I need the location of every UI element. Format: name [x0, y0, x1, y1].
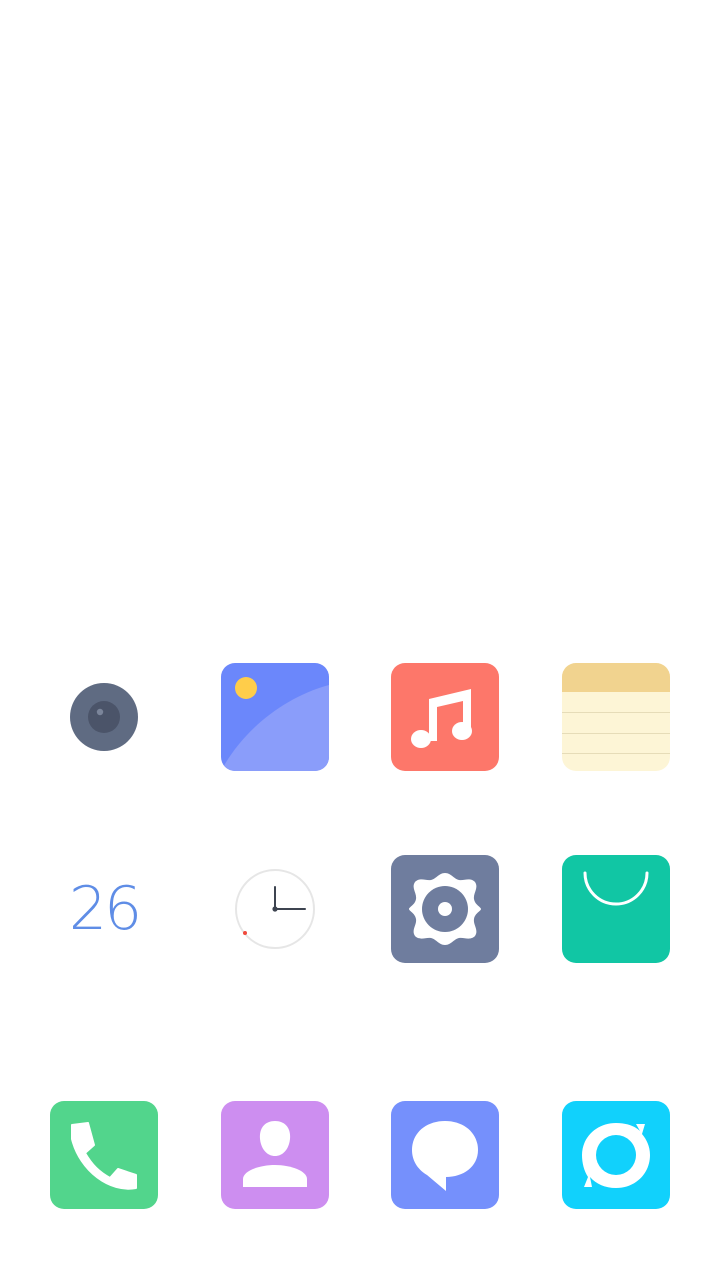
message-bubble-icon	[391, 1101, 499, 1209]
contact-person-icon	[221, 1101, 329, 1209]
browser-app[interactable]	[562, 1101, 670, 1209]
gallery-app[interactable]	[221, 663, 329, 771]
home-screen: 26	[0, 0, 720, 1280]
browser-icon	[562, 1101, 670, 1209]
calendar-day-number: 26	[68, 874, 142, 944]
settings-app[interactable]	[391, 855, 499, 963]
gear-icon	[391, 855, 499, 963]
notes-app[interactable]	[562, 663, 670, 771]
camera-icon	[70, 683, 138, 751]
camera-app[interactable]	[50, 663, 158, 771]
phone-icon	[50, 1101, 158, 1209]
clock-app[interactable]	[221, 855, 329, 963]
app-store-app[interactable]	[562, 855, 670, 963]
contacts-app[interactable]	[221, 1101, 329, 1209]
shopping-bag-icon	[562, 855, 670, 963]
phone-app[interactable]	[50, 1101, 158, 1209]
music-app[interactable]	[391, 663, 499, 771]
messages-app[interactable]	[391, 1101, 499, 1209]
clock-icon	[235, 869, 315, 949]
calendar-app[interactable]: 26	[50, 855, 158, 963]
notepad-icon	[562, 663, 670, 771]
gallery-icon	[221, 663, 329, 771]
music-note-icon	[391, 663, 499, 771]
